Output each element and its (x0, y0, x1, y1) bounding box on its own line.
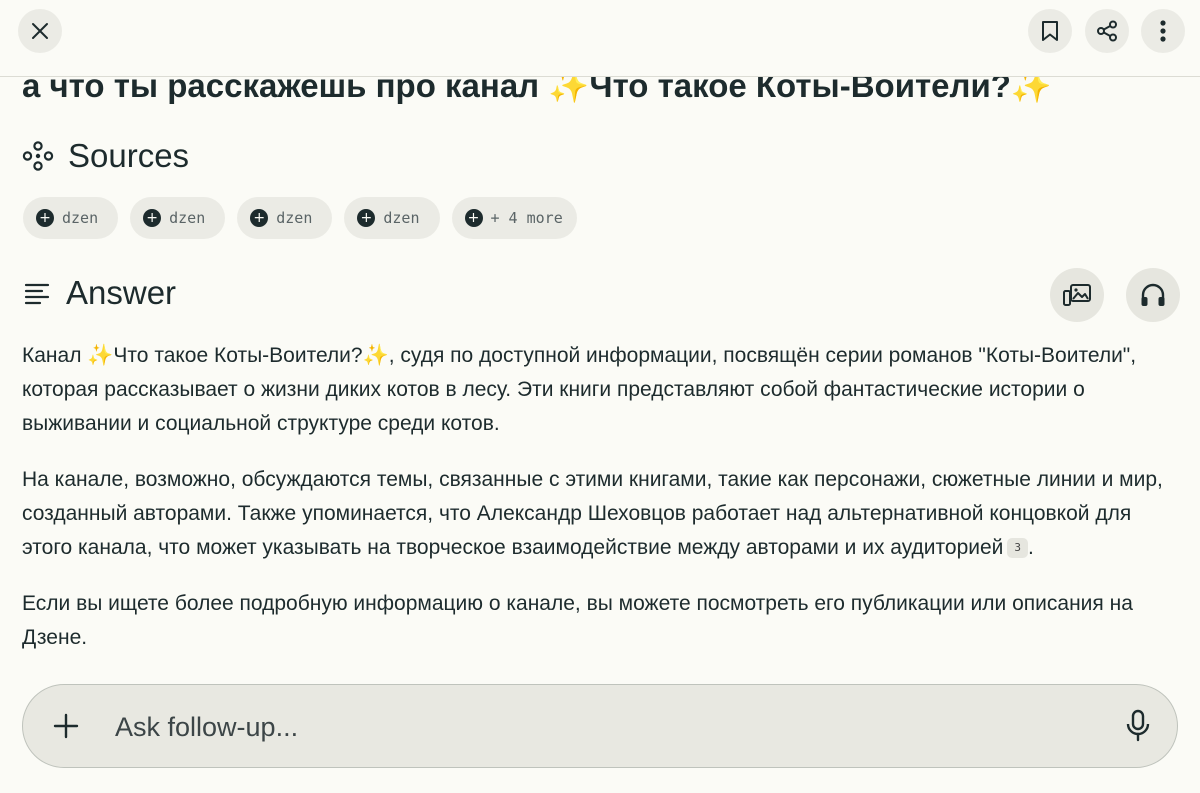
answer-lines-icon (24, 283, 50, 305)
sources-icon (22, 141, 54, 171)
source-chip[interactable]: + dzen (344, 197, 440, 239)
plus-icon[interactable] (51, 711, 81, 741)
top-bar (0, 0, 1200, 77)
close-button[interactable] (18, 9, 62, 53)
source-plus-icon: + (36, 209, 54, 227)
bookmark-button[interactable] (1028, 9, 1072, 53)
follow-up-input[interactable] (113, 705, 1077, 749)
more-options-button[interactable] (1141, 9, 1185, 53)
microphone-icon[interactable] (1125, 709, 1151, 743)
citation-badge[interactable]: 3 (1007, 538, 1029, 559)
answer-title: Answer (66, 274, 177, 311)
answer-paragraph: Если вы ищете более подробную информацию… (22, 592, 1133, 649)
share-button[interactable] (1085, 9, 1129, 53)
answer-paragraph-text: На канале, возможно, обсуждаются темы, с… (22, 468, 1163, 559)
source-plus-icon: + (143, 209, 162, 227)
answer-body: Канал ✨Что такое Коты-Воители?✨, судя по… (22, 339, 1182, 677)
source-chip-label: dzen (62, 209, 99, 227)
source-chip-label: dzen (276, 209, 313, 227)
source-chip[interactable]: + dzen (237, 197, 333, 239)
source-plus-icon: + (250, 209, 269, 227)
answer-paragraph: На канале, возможно, обсуждаются темы, с… (22, 463, 1182, 565)
close-icon (32, 23, 48, 39)
source-chips: + dzen + dzen + dzen + dzen + + 4 more (23, 197, 589, 239)
listen-button[interactable] (1126, 268, 1180, 322)
headphones-icon (1141, 283, 1165, 306)
follow-up-bar (22, 684, 1178, 768)
more-sources-label: + 4 more (490, 209, 563, 227)
citation-trailing-period: . (1028, 536, 1034, 559)
sources-title: Sources (68, 137, 190, 174)
source-chip[interactable]: + dzen (130, 197, 226, 239)
image-gallery-button[interactable] (1050, 268, 1104, 322)
share-icon (1097, 20, 1117, 42)
source-chip-label: dzen (169, 209, 206, 227)
more-vertical-icon (1160, 20, 1166, 42)
sources-header: Sources (22, 137, 189, 175)
source-plus-icon: + (464, 209, 483, 227)
answer-paragraph: Канал ✨Что такое Коты-Воители?✨, судя по… (22, 344, 1137, 435)
bookmark-icon (1042, 21, 1058, 41)
source-plus-icon: + (357, 209, 376, 227)
image-gallery-icon (1063, 284, 1091, 306)
source-chip-label: dzen (383, 209, 420, 227)
source-chip[interactable]: + dzen (23, 197, 119, 239)
more-sources-chip[interactable]: + + 4 more (451, 197, 577, 239)
answer-header: Answer (22, 274, 176, 312)
